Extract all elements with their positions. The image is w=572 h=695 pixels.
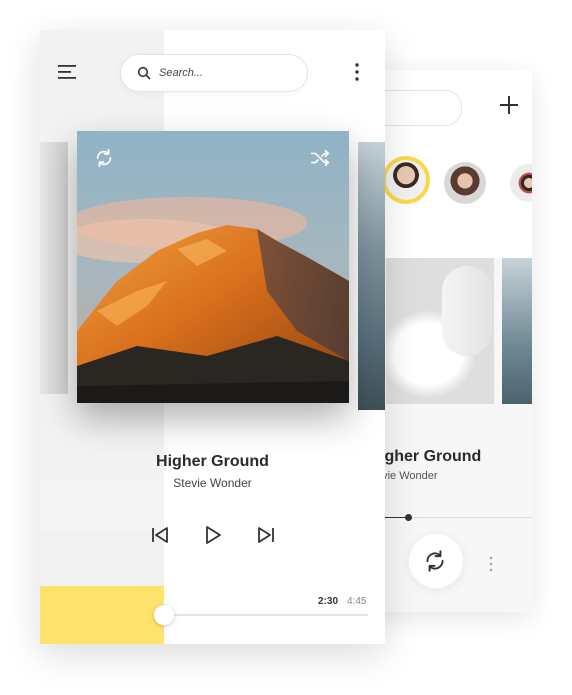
shuffle-icon[interactable]: [309, 147, 331, 169]
avatar[interactable]: [444, 162, 486, 204]
progress-track[interactable]: [164, 614, 368, 616]
track-title: Higher Ground: [156, 453, 269, 470]
search-box[interactable]: [120, 54, 308, 92]
secondary-progress-thumb[interactable]: [405, 514, 412, 521]
player-screen: Higher Ground Stevie Wonder 2:30 4:45: [40, 30, 385, 644]
total-time: 4:45: [347, 596, 367, 607]
more-vertical-icon[interactable]: [488, 555, 494, 573]
secondary-track-title: igher Ground: [380, 448, 482, 465]
current-time: 2:30: [318, 596, 339, 607]
avatar[interactable]: [386, 160, 426, 200]
next-album-art[interactable]: [358, 142, 385, 410]
secondary-next-album-art[interactable]: [502, 258, 532, 404]
secondary-screen: igher Ground evie Wonder: [360, 70, 532, 612]
more-vertical-icon[interactable]: [354, 62, 360, 82]
repeat-icon[interactable]: [422, 548, 448, 574]
play-icon[interactable]: [202, 524, 224, 546]
plus-icon[interactable]: [498, 94, 520, 116]
search-icon: [137, 66, 151, 80]
search-input[interactable]: [159, 55, 299, 91]
menu-icon[interactable]: [58, 64, 78, 80]
progress-thumb[interactable]: [154, 605, 174, 625]
skip-previous-icon[interactable]: [149, 524, 171, 546]
mountain-image: [77, 131, 349, 403]
skip-next-icon[interactable]: [255, 524, 277, 546]
previous-album-art[interactable]: [40, 142, 68, 394]
track-artist: Stevie Wonder: [173, 476, 252, 490]
album-art[interactable]: [77, 131, 349, 403]
progress-accent-block: [40, 586, 164, 644]
secondary-album-art[interactable]: [386, 258, 494, 404]
secondary-track-artist: evie Wonder: [376, 470, 438, 482]
repeat-icon[interactable]: [93, 147, 115, 169]
